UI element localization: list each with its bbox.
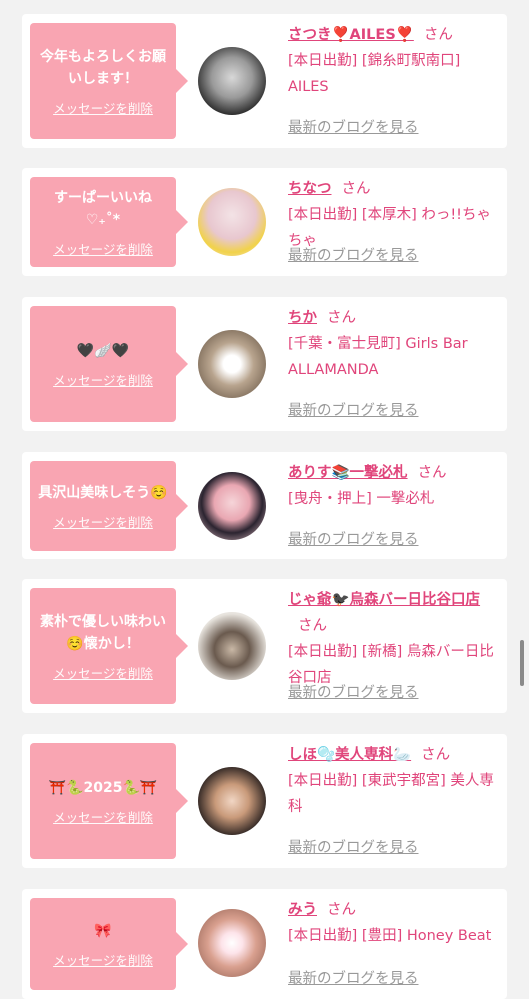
message-bubble: 🖤🪽🖤 メッセージを削除 xyxy=(30,306,188,422)
profile-name-link[interactable]: ありす📚一撃必札 xyxy=(288,465,408,481)
delete-message-link[interactable]: メッセージを削除 xyxy=(53,512,153,531)
profile-info: ちか さん [千葉・富士見町] Girls Bar ALLAMANDA xyxy=(288,305,500,383)
latest-blog-link[interactable]: 最新のブログを見る xyxy=(288,399,419,420)
profile-details: [千葉・富士見町] Girls Bar ALLAMANDA xyxy=(288,336,468,378)
profile-details: [本日出勤] [本厚木] わっ!!ちゃちゃ xyxy=(288,207,491,249)
profile-info: じゃ爺🐦‍⬛烏森バー日比谷口店さん [本日出勤] [新橋] 烏森バー日比谷口店 xyxy=(288,587,500,691)
scrollbar[interactable] xyxy=(520,640,524,686)
message-text: 🖤🪽🖤 xyxy=(76,342,130,359)
message-card: 素朴で優しい味わい☺️懐かし！ メッセージを削除 じゃ爺🐦‍⬛烏森バー日比谷口店… xyxy=(22,579,507,713)
message-text: ⛩️🐍2025🐍⛩️ xyxy=(48,779,158,796)
avatar[interactable] xyxy=(198,909,266,977)
message-card: 🎀 メッセージを削除 みう さん [本日出勤] [豊田] Honey Beat 最… xyxy=(22,889,507,999)
delete-message-link[interactable]: メッセージを削除 xyxy=(53,239,153,258)
profile-info: さつき❣️AILES❣️ さん [本日出勤] [錦糸町駅南口] AILES xyxy=(288,22,500,100)
profile-name-link[interactable]: じゃ爺🐦‍⬛烏森バー日比谷口店 xyxy=(288,592,480,608)
avatar[interactable] xyxy=(198,47,266,115)
profile-details: [本日出勤] [東武宇都宮] 美人専科 xyxy=(288,773,494,815)
message-bubble: ⛩️🐍2025🐍⛩️ メッセージを削除 xyxy=(30,743,188,859)
latest-blog-link[interactable]: 最新のブログを見る xyxy=(288,244,419,265)
avatar[interactable] xyxy=(198,472,266,540)
latest-blog-link[interactable]: 最新のブログを見る xyxy=(288,967,419,988)
message-card: すーぱーいいね ♡₊˚* メッセージを削除 ちなつ さん [本日出勤] [本厚木]… xyxy=(22,168,507,276)
honorific: さん xyxy=(327,310,356,326)
profile-name-link[interactable]: ちなつ xyxy=(288,181,332,197)
honorific: さん xyxy=(417,465,447,481)
message-text: 素朴で優しい味わい☺️懐かし！ xyxy=(40,613,166,652)
profile-info: みう さん [本日出勤] [豊田] Honey Beat xyxy=(288,897,500,949)
profile-info: ありす📚一撃必札 さん [曳舟・押上] 一撃必札 xyxy=(288,460,500,512)
honorific: さん xyxy=(341,181,371,197)
profile-info: ちなつ さん [本日出勤] [本厚木] わっ!!ちゃちゃ xyxy=(288,176,500,254)
delete-message-link[interactable]: メッセージを削除 xyxy=(53,370,153,389)
message-text: 🎀 xyxy=(94,922,112,939)
honorific: さん xyxy=(327,902,356,918)
profile-name-link[interactable]: ちか xyxy=(288,310,317,326)
profile-details: [本日出勤] [錦糸町駅南口] AILES xyxy=(288,53,461,95)
message-card: ⛩️🐍2025🐍⛩️ メッセージを削除 しほ🫧美人専科🦢 さん [本日出勤] [東… xyxy=(22,734,507,868)
profile-details: [曳舟・押上] 一撃必札 xyxy=(288,491,435,507)
profile-name-link[interactable]: さつき❣️AILES❣️ xyxy=(288,27,414,43)
delete-message-link[interactable]: メッセージを削除 xyxy=(53,663,153,682)
message-text: すーぱーいいね ♡₊˚* xyxy=(54,189,152,228)
profile-name-link[interactable]: しほ🫧美人専科🦢 xyxy=(288,747,411,763)
profile-details: [本日出勤] [新橋] 烏森バー日比谷口店 xyxy=(288,644,494,686)
profile-details: [本日出勤] [豊田] Honey Beat xyxy=(288,928,492,944)
delete-message-link[interactable]: メッセージを削除 xyxy=(53,950,153,969)
message-bubble: 素朴で優しい味わい☺️懐かし！ メッセージを削除 xyxy=(30,588,188,704)
delete-message-link[interactable]: メッセージを削除 xyxy=(53,98,153,117)
avatar[interactable] xyxy=(198,188,266,256)
avatar[interactable] xyxy=(198,612,266,680)
latest-blog-link[interactable]: 最新のブログを見る xyxy=(288,836,419,857)
message-card: 🖤🪽🖤 メッセージを削除 ちか さん [千葉・富士見町] Girls Bar AL… xyxy=(22,297,507,431)
avatar[interactable] xyxy=(198,767,266,835)
profile-name-link[interactable]: みう xyxy=(288,902,317,918)
latest-blog-link[interactable]: 最新のブログを見る xyxy=(288,528,419,549)
avatar[interactable] xyxy=(198,330,266,398)
honorific: さん xyxy=(421,747,451,763)
profile-info: しほ🫧美人専科🦢 さん [本日出勤] [東武宇都宮] 美人専科 xyxy=(288,742,500,820)
honorific: さん xyxy=(298,618,327,634)
honorific: さん xyxy=(423,27,453,43)
latest-blog-link[interactable]: 最新のブログを見る xyxy=(288,681,419,702)
message-card: 今年もよろしくお願いします！ メッセージを削除 さつき❣️AILES❣️ さん [… xyxy=(22,14,507,148)
message-text: 今年もよろしくお願いします！ xyxy=(40,48,166,87)
message-text: 具沢山美味しそう☺️ xyxy=(38,484,168,501)
message-card: 具沢山美味しそう☺️ メッセージを削除 ありす📚一撃必札 さん [曳舟・押上] 一… xyxy=(22,452,507,559)
message-bubble: 今年もよろしくお願いします！ メッセージを削除 xyxy=(30,23,188,139)
message-bubble: 具沢山美味しそう☺️ メッセージを削除 xyxy=(30,461,188,551)
latest-blog-link[interactable]: 最新のブログを見る xyxy=(288,116,419,137)
delete-message-link[interactable]: メッセージを削除 xyxy=(53,807,153,826)
message-bubble: すーぱーいいね ♡₊˚* メッセージを削除 xyxy=(30,177,188,267)
message-bubble: 🎀 メッセージを削除 xyxy=(30,898,188,990)
